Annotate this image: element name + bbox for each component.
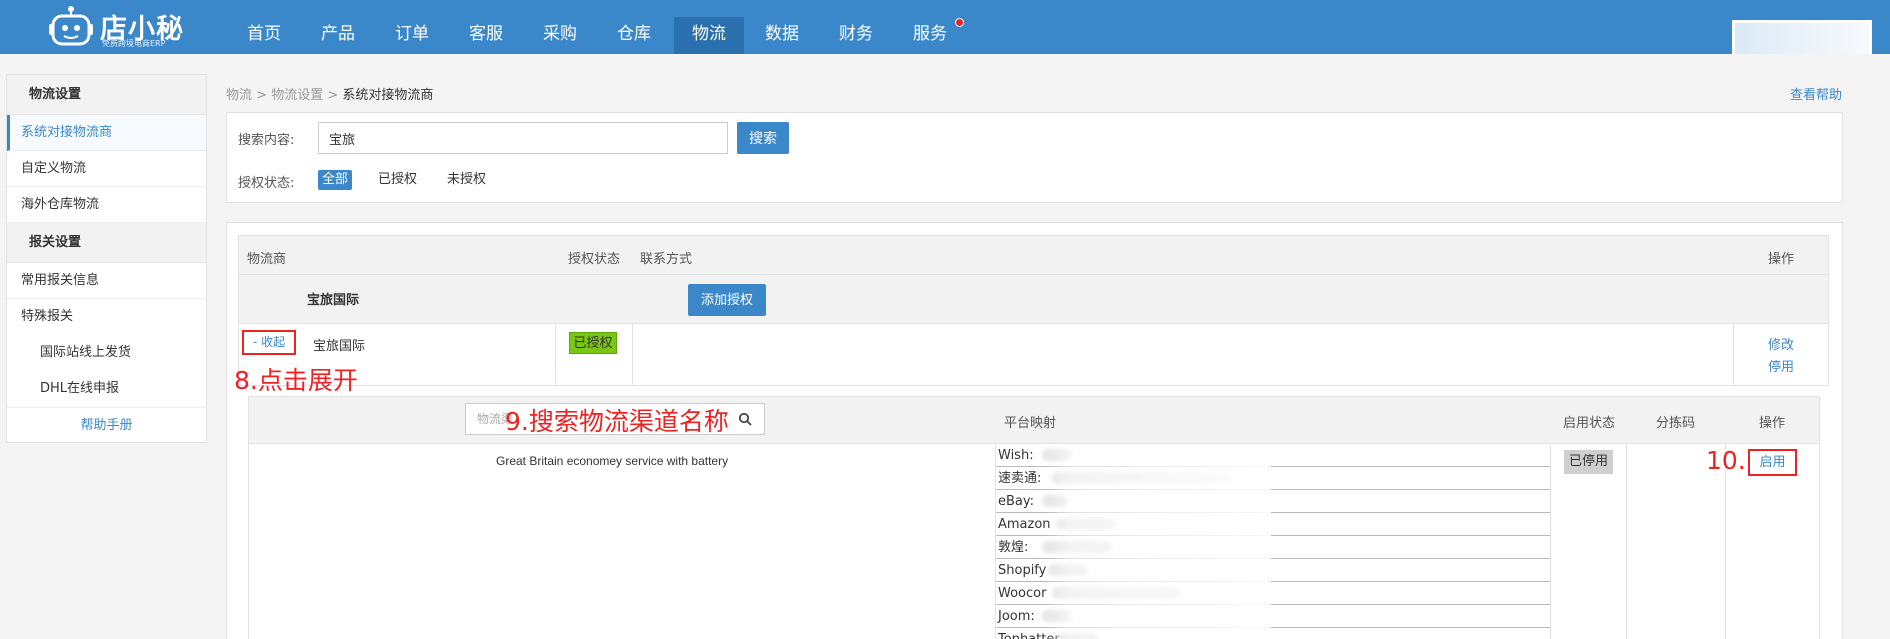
filter-all[interactable]: 全部 xyxy=(318,170,353,190)
channel-name: Great Britain economey service with batt… xyxy=(496,454,729,468)
mapping-platform: Amazon xyxy=(998,517,1051,532)
mapping-platform: Joom: xyxy=(998,609,1035,624)
column-divider xyxy=(555,324,556,386)
filter-authorized[interactable]: 已授权 xyxy=(374,170,421,190)
carrier-group-name: 宝旅国际 xyxy=(307,293,360,308)
nav-finance[interactable]: 财务 xyxy=(828,0,884,54)
view-help-link[interactable]: 查看帮助 xyxy=(1790,84,1842,103)
breadcrumb-current: 系统对接物流商 xyxy=(342,88,434,103)
sidebar-item-special-customs[interactable]: 特殊报关 xyxy=(7,299,206,335)
mapping-platform: 敦煌: xyxy=(998,540,1029,555)
sidebar-item-overseas-warehouse[interactable]: 海外仓库物流 xyxy=(7,187,206,223)
search-input[interactable] xyxy=(318,122,728,154)
enable-button[interactable]: 启用 xyxy=(1748,449,1797,476)
filter-unauthorized[interactable]: 未授权 xyxy=(443,170,490,190)
authorized-badge: 已授权 xyxy=(569,332,617,354)
nav-warehouse[interactable]: 仓库 xyxy=(606,0,662,54)
mapping-platform: Wish: xyxy=(998,448,1034,463)
add-authorization-button[interactable]: 添加授权 xyxy=(688,284,766,316)
header-channel-operations: 操作 xyxy=(1759,416,1786,431)
user-account-box[interactable] xyxy=(1732,20,1872,54)
logo-tagline: 免费跨境电商ERP xyxy=(102,39,166,48)
nav-logistics[interactable]: 物流 xyxy=(674,17,744,54)
sidebar-item-dhl-online-declare[interactable]: DHL在线申报 xyxy=(7,371,206,407)
search-icon[interactable] xyxy=(738,412,752,426)
table-row xyxy=(238,324,1829,386)
breadcrumb-separator: > xyxy=(327,88,339,103)
nav-purchasing[interactable]: 采购 xyxy=(532,0,588,54)
help-manual-link[interactable]: 帮助手册 xyxy=(7,407,206,443)
collapse-toggle[interactable]: - 收起 xyxy=(242,330,296,355)
nav-home[interactable]: 首页 xyxy=(236,0,292,54)
header-platform-mapping: 平台映射 xyxy=(1004,416,1057,431)
nav-products[interactable]: 产品 xyxy=(310,0,366,54)
edit-link[interactable]: 修改 xyxy=(1768,334,1794,353)
header-operations: 操作 xyxy=(1768,252,1795,267)
breadcrumb-separator: > xyxy=(256,88,268,103)
disabled-status-badge: 已停用 xyxy=(1564,450,1613,474)
sidebar-section-customs-settings: 报关设置 xyxy=(7,223,206,263)
carrier-group-row xyxy=(238,275,1829,324)
robot-logo-icon xyxy=(49,6,93,46)
header-enable-status: 启用状态 xyxy=(1563,416,1616,431)
app-logo[interactable]: 店小秘 免费跨境电商ERP xyxy=(48,3,198,51)
header-carrier: 物流商 xyxy=(247,252,287,267)
sidebar: 物流设置 系统对接物流商 自定义物流 海外仓库物流 报关设置 常用报关信息 特殊… xyxy=(6,74,207,443)
breadcrumb-logistics[interactable]: 物流 xyxy=(226,88,252,103)
carrier-name: 宝旅国际 xyxy=(313,339,366,354)
column-divider xyxy=(1626,444,1627,639)
sidebar-item-system-carriers[interactable]: 系统对接物流商 xyxy=(7,115,206,151)
nav-customer-service[interactable]: 客服 xyxy=(458,0,514,54)
mapping-platform: Shopify xyxy=(998,563,1047,578)
search-button[interactable]: 搜索 xyxy=(737,122,789,154)
sidebar-section-logistics-settings: 物流设置 xyxy=(7,75,206,115)
auth-status-label: 授权状态: xyxy=(238,176,295,191)
mapping-platform: Woocor xyxy=(998,586,1047,601)
search-label: 搜索内容: xyxy=(238,133,295,148)
redaction-overlay xyxy=(1047,444,1271,639)
breadcrumb-logistics-settings[interactable]: 物流设置 xyxy=(271,88,323,103)
table-header xyxy=(238,235,1829,275)
annotation-step-8: 8.点击展开 xyxy=(234,366,358,395)
annotation-step-9: 9.搜索物流渠道名称 xyxy=(505,407,729,436)
disable-link[interactable]: 停用 xyxy=(1768,356,1794,375)
annotation-step-10: 10. xyxy=(1706,446,1746,475)
column-divider xyxy=(632,324,633,386)
column-divider xyxy=(1550,444,1551,639)
header-contact: 联系方式 xyxy=(640,252,693,267)
column-divider xyxy=(1733,324,1734,386)
sidebar-item-custom-logistics[interactable]: 自定义物流 xyxy=(7,151,206,187)
mapping-platform: eBay: xyxy=(998,494,1035,509)
header-sort-code: 分拣码 xyxy=(1656,416,1696,431)
sidebar-item-intl-online-shipping[interactable]: 国际站线上发货 xyxy=(7,335,206,371)
mapping-platform: 速卖通: xyxy=(998,471,1042,486)
sidebar-item-common-customs[interactable]: 常用报关信息 xyxy=(7,263,206,299)
nav-orders[interactable]: 订单 xyxy=(384,0,440,54)
nav-data[interactable]: 数据 xyxy=(754,0,810,54)
breadcrumb: 物流 > 物流设置 > 系统对接物流商 xyxy=(226,84,433,103)
header-auth-status: 授权状态 xyxy=(568,252,621,267)
nav-services[interactable]: 服务 xyxy=(902,0,958,54)
notification-dot xyxy=(955,18,964,27)
